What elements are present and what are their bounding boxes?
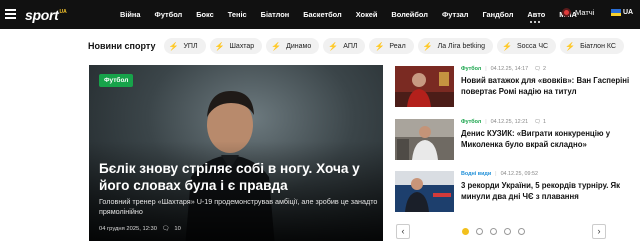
tag-label: Шахтар xyxy=(229,42,255,50)
bolt-icon: ⚡ xyxy=(565,41,576,51)
tags-row: Новини спорту ⚡ УПЛ ⚡ Шахтар ⚡ Динамо ⚡ АПЛ … xyxy=(88,36,628,56)
nav-item-boxing[interactable]: Бокс xyxy=(196,10,214,19)
menu-icon[interactable] xyxy=(5,9,16,19)
news-thumbnail xyxy=(395,119,454,160)
news-item[interactable]: Водні види | 04.12.25, 09:52 3 рекорди У… xyxy=(395,171,635,213)
nav-item-hockey[interactable]: Хокей xyxy=(356,10,378,19)
hero-article-card[interactable]: Футбол Бєлік знову стріляє собі в ногу. … xyxy=(89,65,383,241)
bolt-icon: ⚡ xyxy=(214,41,225,51)
tag-la-liga[interactable]: ⚡ Ла Ліга betking xyxy=(417,38,494,54)
tag-shakhtar[interactable]: ⚡ Шахтар xyxy=(209,38,263,54)
tag-label: Socca ЧС xyxy=(516,42,549,50)
hero-lead: Головний тренер «Шахтаря» U-19 продемонс… xyxy=(99,197,378,216)
news-meta: Футбол | 04.12.25, 14:17 🗨 2 xyxy=(461,66,546,72)
tag-label: Реал xyxy=(389,42,406,50)
news-thumbnail xyxy=(395,171,454,212)
carousel-dots xyxy=(462,228,532,235)
tag-socca[interactable]: ⚡ Socca ЧС xyxy=(497,38,557,54)
bolt-icon: ⚡ xyxy=(328,41,339,51)
news-meta: Водні види | 04.12.25, 09:52 xyxy=(461,171,538,177)
nav-item-football[interactable]: Футбол xyxy=(155,10,183,19)
site-logo[interactable]: sport UA xyxy=(25,6,67,23)
comment-icon: 🗨 xyxy=(534,66,541,72)
chevron-right-icon: › xyxy=(597,226,601,236)
news-category[interactable]: Водні види xyxy=(461,171,491,177)
sport-nav: Війна Футбол Бокс Теніс Біатлон Баскетбо… xyxy=(120,0,591,29)
carousel-dot[interactable] xyxy=(490,228,497,235)
news-category[interactable]: Футбол xyxy=(461,119,481,125)
nav-item-war[interactable]: Війна xyxy=(120,10,141,19)
carousel-next-button[interactable]: › xyxy=(592,224,606,239)
hero-comments: 10 xyxy=(174,226,181,232)
hero-meta: 04 грудня 2025, 12:30 🗨 10 xyxy=(99,226,181,232)
comment-icon: 🗨 xyxy=(534,119,541,125)
nav-item-futsal[interactable]: Футзал xyxy=(442,10,469,19)
carousel-dot[interactable] xyxy=(504,228,511,235)
tag-label: Ла Ліга betking xyxy=(437,42,486,50)
language-switcher[interactable]: UA xyxy=(611,9,633,16)
more-icon[interactable] xyxy=(530,10,542,23)
tag-upl[interactable]: ⚡ УПЛ xyxy=(163,38,206,54)
news-date: 04.12.25, 12:21 xyxy=(490,119,529,125)
news-thumbnail xyxy=(395,66,454,107)
meta-divider: | xyxy=(485,66,487,72)
news-date: 04.12.25, 09:52 xyxy=(500,171,539,177)
category-badge[interactable]: Футбол xyxy=(99,74,134,87)
tag-apl[interactable]: ⚡ АПЛ xyxy=(323,38,366,54)
news-item[interactable]: Футбол | 04.12.25, 12:21 🗨 1 Денис КУЗИК… xyxy=(395,119,635,161)
tag-real[interactable]: ⚡ Реал xyxy=(369,38,414,54)
news-comments: 1 xyxy=(542,119,546,125)
tag-biathlon[interactable]: ⚡ Біатлон КС xyxy=(560,38,624,54)
news-meta: Футбол | 04.12.25, 12:21 🗨 1 xyxy=(461,119,546,125)
language-label: UA xyxy=(623,9,634,16)
tag-label: АПЛ xyxy=(343,42,358,50)
nav-item-tennis[interactable]: Теніс xyxy=(228,10,247,19)
logo-suffix: UA xyxy=(59,8,67,15)
logo-text: sport xyxy=(25,6,59,23)
ukraine-flag-icon xyxy=(611,9,621,16)
matches-button[interactable]: Матчі xyxy=(562,8,594,17)
carousel-dot[interactable] xyxy=(518,228,525,235)
bolt-icon: ⚡ xyxy=(502,41,512,51)
carousel-dot[interactable] xyxy=(476,228,483,235)
news-title[interactable]: 3 рекорди України, 5 рекордів турніру. Я… xyxy=(461,180,637,202)
nav-item-volleyball[interactable]: Волейбол xyxy=(391,10,428,19)
live-icon xyxy=(562,8,571,17)
news-category[interactable]: Футбол xyxy=(461,66,481,72)
bolt-icon: ⚡ xyxy=(168,41,179,51)
chevron-left-icon: ‹ xyxy=(401,226,405,236)
nav-item-biathlon[interactable]: Біатлон xyxy=(261,10,290,19)
tag-label: Динамо xyxy=(286,42,312,50)
carousel-dot[interactable] xyxy=(462,228,469,235)
tag-label: УПЛ xyxy=(183,42,198,50)
news-title[interactable]: Новий ватажок для «вовків»: Ван Гасперін… xyxy=(461,75,637,97)
tag-dynamo[interactable]: ⚡ Динамо xyxy=(266,38,320,54)
news-title[interactable]: Денис КУЗИК: «Виграти конкуренцію у Мико… xyxy=(461,128,637,150)
tags-title: Новини спорту xyxy=(88,41,156,51)
hero-date: 04 грудня 2025, 12:30 xyxy=(99,226,157,232)
top-navigation-bar: sport UA Війна Футбол Бокс Теніс Біатлон… xyxy=(0,0,640,29)
carousel-prev-button[interactable]: ‹ xyxy=(396,224,410,239)
matches-label: Матчі xyxy=(575,8,595,17)
news-date: 04.12.25, 14:17 xyxy=(490,66,529,72)
hero-title[interactable]: Бєлік знову стріляє собі в ногу. Хоча у … xyxy=(99,160,377,194)
meta-divider: | xyxy=(485,119,487,125)
news-comments: 2 xyxy=(542,66,546,72)
nav-item-handball[interactable]: Гандбол xyxy=(482,10,513,19)
comment-icon: 🗨 xyxy=(162,226,170,232)
bolt-icon: ⚡ xyxy=(374,41,385,51)
meta-divider: | xyxy=(495,171,497,177)
bolt-icon: ⚡ xyxy=(422,41,433,51)
bolt-icon: ⚡ xyxy=(271,41,282,51)
tag-label: Біатлон КС xyxy=(580,42,616,50)
nav-item-basketball[interactable]: Баскетбол xyxy=(303,10,341,19)
news-item[interactable]: Футбол | 04.12.25, 14:17 🗨 2 Новий ватаж… xyxy=(395,66,635,108)
